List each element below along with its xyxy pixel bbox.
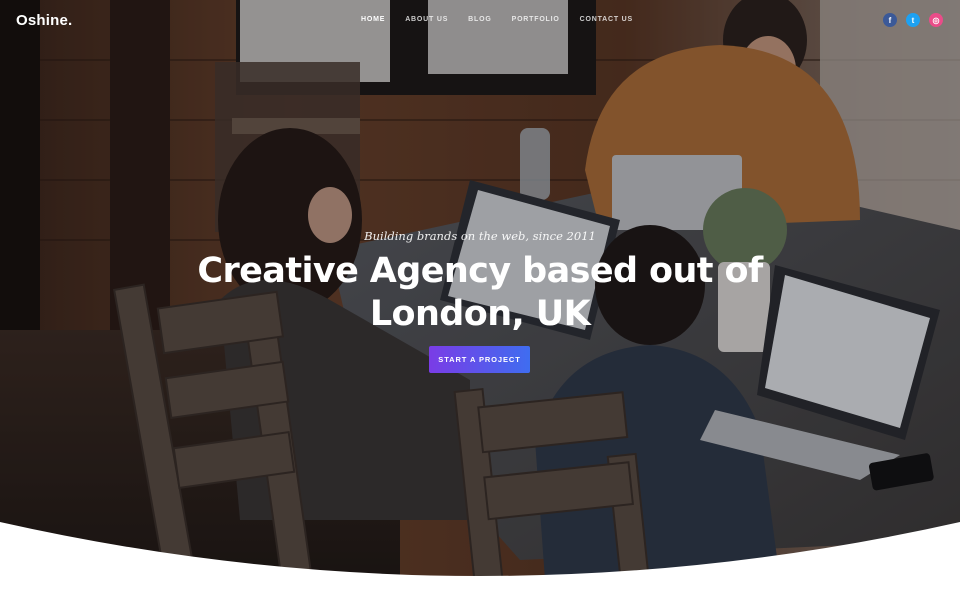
social-links: f t ◎ [883,13,952,27]
nav-item-home[interactable]: HOME [361,16,385,23]
main-navigation: HOME ABOUT US BLOG PORTFOLIO CONTACT US [361,16,653,23]
nav-item-about-us[interactable]: ABOUT US [405,16,448,23]
nav-item-portfolio[interactable]: PORTFOLIO [512,16,560,23]
site-logo[interactable]: Oshine. [16,12,72,29]
hero-headline-line-1: Creative Agency based out of [197,251,763,291]
nav-item-blog[interactable]: BLOG [468,16,491,23]
hero-tagline: Building brands on the web, since 2011 [364,229,596,243]
start-project-button[interactable]: START A PROJECT [429,346,530,373]
dribbble-icon[interactable]: ◎ [929,13,943,27]
twitter-icon[interactable]: t [906,13,920,27]
hero-headline: Creative Agency based out of London, UK [180,250,780,336]
facebook-icon[interactable]: f [883,13,897,27]
nav-item-contact-us[interactable]: CONTACT US [580,16,633,23]
hero-headline-line-2: London, UK [369,294,591,334]
